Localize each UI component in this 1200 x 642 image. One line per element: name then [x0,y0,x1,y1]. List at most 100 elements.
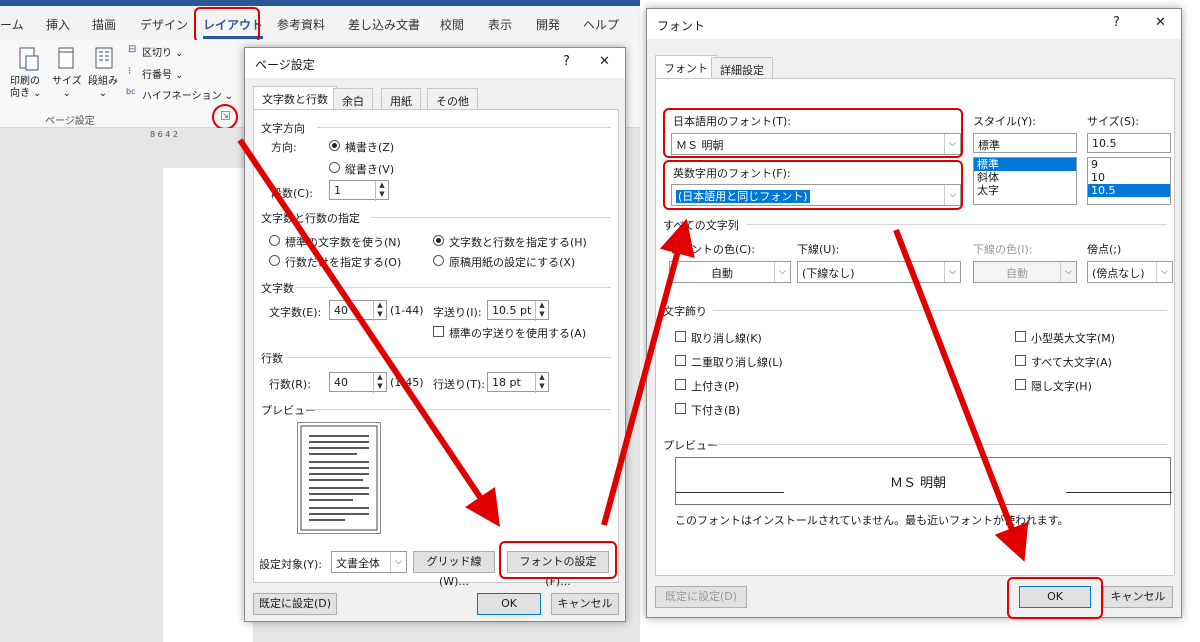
font-title-bar: フォント [647,9,1181,39]
size-button[interactable]: サイズ ⌄ [52,76,82,100]
preview-section-label: プレビュー [663,439,718,452]
spin-arrows-icon[interactable]: ▲ ▼ [373,373,386,393]
cancel-button[interactable]: キャンセル [1103,586,1173,608]
tab-advanced[interactable]: 詳細設定 [711,57,773,79]
tab-developer[interactable]: 開発 [536,16,560,33]
line-numbers-button[interactable]: 行番号 ⌄ [142,66,184,81]
chars-input[interactable]: 40 ▲ ▼ [329,300,387,321]
grid-lines-button[interactable]: グリッド線(W)... [413,551,495,588]
spin-arrows-icon[interactable]: ▲ ▼ [373,301,386,321]
list-item[interactable]: 標準 [974,158,1076,171]
close-button[interactable]: ✕ [599,54,610,69]
hyphenation-button[interactable]: ハイフネーション ⌄ [142,87,233,102]
baseline-left [676,492,784,493]
horizontal-ruler: 8 6 4 2 [150,130,178,139]
list-item[interactable]: 10.5 [1088,184,1170,197]
underline-select[interactable]: (下線なし) ⌵ [797,261,961,283]
layout-tab-highlight [194,7,260,43]
set-default-button[interactable]: 既定に設定(D) [655,586,747,608]
tab-references[interactable]: 参考資料 [277,16,325,33]
tab-review[interactable]: 校閲 [440,16,464,33]
lines-input[interactable]: 40 ▲ ▼ [329,372,387,393]
subscript-checkbox[interactable] [675,403,686,414]
orientation-icon [19,47,39,71]
list-item[interactable]: 太字 [974,184,1076,197]
line-numbers-icon: ⁝ [128,66,132,77]
columns-button[interactable]: 段組み ⌄ [88,76,118,100]
effects-section-label: 文字飾り [663,305,707,318]
page-preview-image [297,422,381,534]
title-bar-strip [0,0,640,6]
all-caps-checkbox[interactable] [1015,355,1026,366]
lines-only-label: 行数だけを指定する(O) [285,256,402,269]
document-page[interactable] [163,168,253,642]
standard-pitch-checkbox[interactable] [433,326,444,337]
tab-mailings[interactable]: 差し込み文書 [348,16,420,33]
tab-home[interactable]: ーム [0,16,24,33]
tab-insert[interactable]: 挿入 [46,16,70,33]
effect-label: 隠し文字(H) [1031,380,1092,393]
size-input[interactable]: 10.5 [1087,133,1171,153]
hidden-checkbox[interactable] [1015,379,1026,390]
tab-view[interactable]: 表示 [488,16,512,33]
double-strikethrough-checkbox[interactable] [675,355,686,366]
tab-paper[interactable]: 用紙 [381,88,421,110]
baseline-right [1066,492,1172,493]
chevron-down-icon: ⌵ [944,262,960,282]
emphasis-select[interactable]: (傍点なし) ⌵ [1087,261,1173,283]
columns-input[interactable]: 1 ▲ ▼ [329,180,389,201]
preview-section-label: プレビュー [261,404,316,417]
grid-section-label: 文字数と行数の指定 [261,212,360,225]
style-list[interactable]: 標準 斜体 太字 [973,157,1077,205]
standard-pitch-label: 標準の字送りを使用する(A) [449,327,587,340]
size-icon [58,47,74,69]
help-button[interactable]: ? [563,54,570,69]
style-input[interactable]: 標準 [973,133,1077,153]
tab-other[interactable]: その他 [427,88,478,110]
underline-color-select: 自動 ⌵ [973,261,1077,283]
spin-arrows-icon[interactable]: ▲ ▼ [375,181,388,201]
chars-lines-radio[interactable] [433,235,444,246]
orientation-button[interactable]: 印刷の 向き ⌄ [10,76,42,100]
cancel-button[interactable]: キャンセル [551,593,619,615]
small-caps-checkbox[interactable] [1015,331,1026,342]
lines-only-radio[interactable] [269,255,280,266]
list-item[interactable]: 斜体 [974,171,1076,184]
spin-arrows-icon[interactable]: ▲ ▼ [535,301,548,321]
tab-chars-lines[interactable]: 文字数と行数 [253,86,337,110]
chevron-down-icon: ⌵ [390,552,406,572]
tab-margins[interactable]: 余白 [333,88,373,110]
manuscript-label: 原稿用紙の設定にする(X) [449,256,576,269]
tab-draw[interactable]: 描画 [92,16,116,33]
char-pitch-input[interactable]: 10.5 pt ▲ ▼ [487,300,549,321]
standard-radio[interactable] [269,235,280,246]
list-item[interactable]: 10 [1088,171,1170,184]
line-pitch-input[interactable]: 18 pt ▲ ▼ [487,372,549,393]
ok-button[interactable]: OK [477,593,541,615]
apply-to-select[interactable]: 文書全体 ⌵ [331,551,407,573]
list-item[interactable]: 9 [1088,158,1170,171]
set-default-button[interactable]: 既定に設定(D) [253,593,337,615]
font-color-select[interactable]: 自動 ⌵ [669,261,791,283]
standard-label: 標準の文字数を使う(N) [285,236,401,249]
hyphenation-icon: bc [126,87,136,96]
manuscript-radio[interactable] [433,255,444,266]
font-color-label: フォントの色(C): [669,243,755,256]
tab-help[interactable]: ヘルプ [583,16,619,33]
page-setup-dialog: ページ設定 ? ✕ 文字数と行数 余白 用紙 その他 文字方向 方向: 横書き(… [244,47,626,622]
tab-design[interactable]: デザイン [140,16,188,33]
help-button[interactable]: ? [1113,15,1120,30]
lines-section-label: 行数 [261,352,283,365]
font-dialog: フォント ? ✕ フォント 詳細設定 日本語用のフォント(T): ＭＳ 明朝 ⌵… [646,8,1182,619]
superscript-checkbox[interactable] [675,379,686,390]
ok-button-highlight [1007,577,1103,619]
strikethrough-checkbox[interactable] [675,331,686,342]
horizontal-radio[interactable] [329,140,340,151]
columns-icon [95,47,113,69]
size-list[interactable]: 9 10 10.5 [1087,157,1171,205]
tab-font[interactable]: フォント [655,55,717,79]
vertical-radio[interactable] [329,162,340,173]
close-button[interactable]: ✕ [1155,15,1166,30]
breaks-button[interactable]: 区切り ⌄ [142,44,184,59]
spin-arrows-icon[interactable]: ▲ ▼ [535,373,548,393]
